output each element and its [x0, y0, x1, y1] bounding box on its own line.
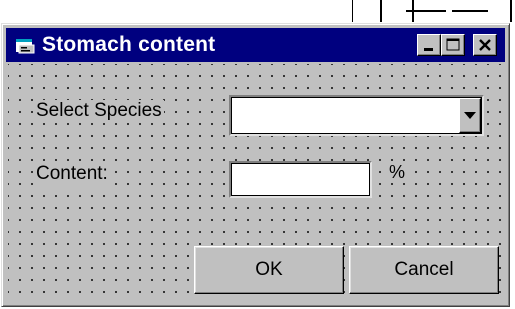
title-bar[interactable]: Stomach content [6, 28, 505, 62]
percent-label: % [387, 162, 408, 183]
maximize-button[interactable] [441, 34, 465, 56]
content-label: Content: [34, 163, 110, 185]
close-button[interactable] [473, 34, 497, 56]
chevron-down-icon [464, 112, 476, 119]
form-icon [16, 39, 35, 54]
dropdown-button[interactable] [459, 98, 481, 133]
stomach-content-dialog: Stomach content Select Species Content: … [1, 23, 510, 307]
species-label: Select Species [34, 100, 164, 122]
species-dropdown[interactable] [229, 95, 484, 136]
background-window-edge [352, 0, 353, 22]
form-body: Select Species Content: % OK Cancel [8, 64, 503, 302]
minimize-button[interactable] [417, 34, 441, 56]
window-title: Stomach content [42, 33, 216, 56]
background-window-edge [452, 10, 488, 12]
close-icon [479, 39, 491, 51]
content-input[interactable] [229, 161, 372, 198]
ok-button[interactable]: OK [194, 246, 344, 294]
cancel-button[interactable]: Cancel [349, 246, 499, 294]
background-window-edge [380, 0, 382, 22]
background-window-edge [412, 0, 414, 22]
maximize-icon [446, 38, 460, 51]
minimize-icon [424, 48, 433, 51]
background-window-edge [510, 0, 512, 22]
